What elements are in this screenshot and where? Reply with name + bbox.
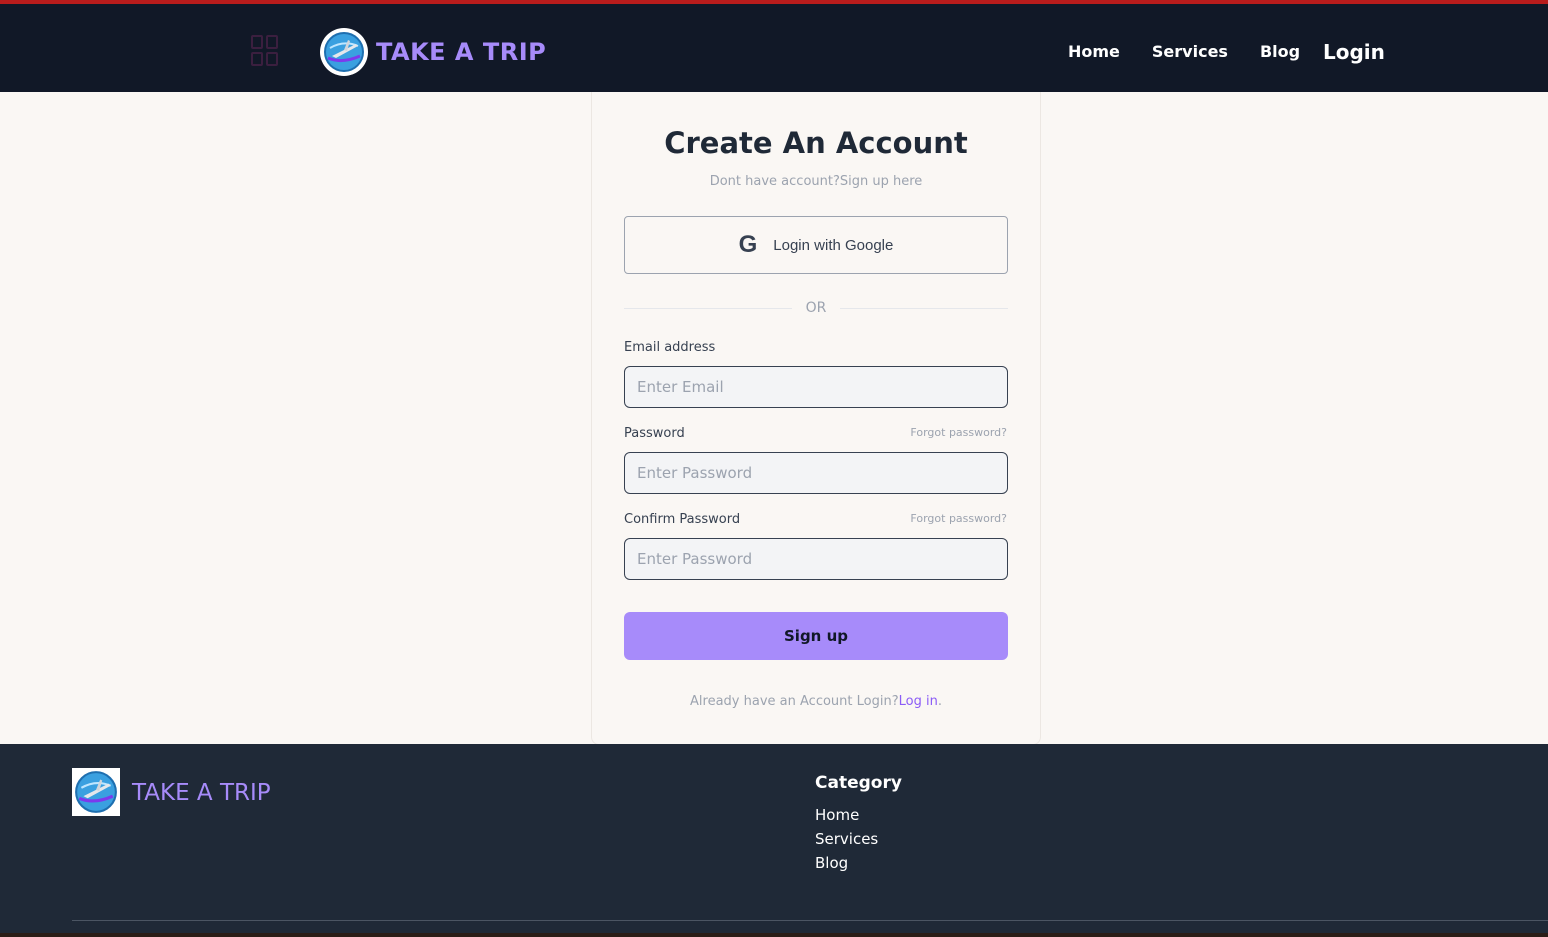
forgot-password-link[interactable]: Forgot password? [910,426,1007,439]
main-nav: Home Services Blog [1068,42,1300,61]
footer-category-list: Home Services Blog [815,803,878,875]
already-account-text: Already have an Account Login?Log in. [592,694,1040,709]
confirm-password-field[interactable] [624,538,1008,580]
footer-link-blog[interactable]: Blog [815,851,878,875]
nav-blog[interactable]: Blog [1260,42,1300,61]
signup-card: Create An Account Dont have account?Sign… [591,92,1041,745]
nav-services[interactable]: Services [1152,42,1228,61]
email-field[interactable] [624,366,1008,408]
signup-button[interactable]: Sign up [624,612,1008,660]
globe-airplane-logo-icon [320,28,368,76]
footer-brand-name: TAKE A TRIP [132,780,271,806]
site-footer: TAKE A TRIP Category Home Services Blog [0,744,1548,937]
header-login-link[interactable]: Login [1323,40,1385,64]
forgot-password-link-2[interactable]: Forgot password? [910,512,1007,525]
divider-line-right [840,307,1008,309]
top-navbar: TAKE A TRIP Home Services Blog Login [0,0,1548,92]
login-link[interactable]: Log in [899,694,938,709]
google-login-button[interactable]: G Login with Google [624,216,1008,274]
brand-name: TAKE A TRIP [376,38,547,66]
brand[interactable]: TAKE A TRIP [320,28,546,76]
footer-globe-airplane-logo-icon [72,768,120,816]
login-suffix: . [937,694,942,709]
or-label: OR [805,300,827,316]
already-account-label: Already have an Account Login? [690,694,899,709]
google-g-icon: G [738,231,758,258]
password-field[interactable] [624,452,1008,494]
password-label: Password [624,426,685,441]
signup-subtitle: Dont have account?Sign up here [709,174,923,189]
bottom-strip [0,933,1548,937]
confirm-password-label: Confirm Password [624,512,741,527]
page-title: Create An Account [664,126,968,160]
footer-link-home[interactable]: Home [815,803,878,827]
or-divider: OR [624,300,1008,316]
email-label: Email address [624,340,716,355]
divider-line-left [624,307,792,309]
google-login-label: Login with Google [773,236,894,254]
footer-category-title: Category [815,773,902,793]
footer-divider [72,920,1548,921]
nav-home[interactable]: Home [1068,42,1120,61]
footer-link-services[interactable]: Services [815,827,878,851]
grid-menu-icon[interactable] [251,35,279,67]
